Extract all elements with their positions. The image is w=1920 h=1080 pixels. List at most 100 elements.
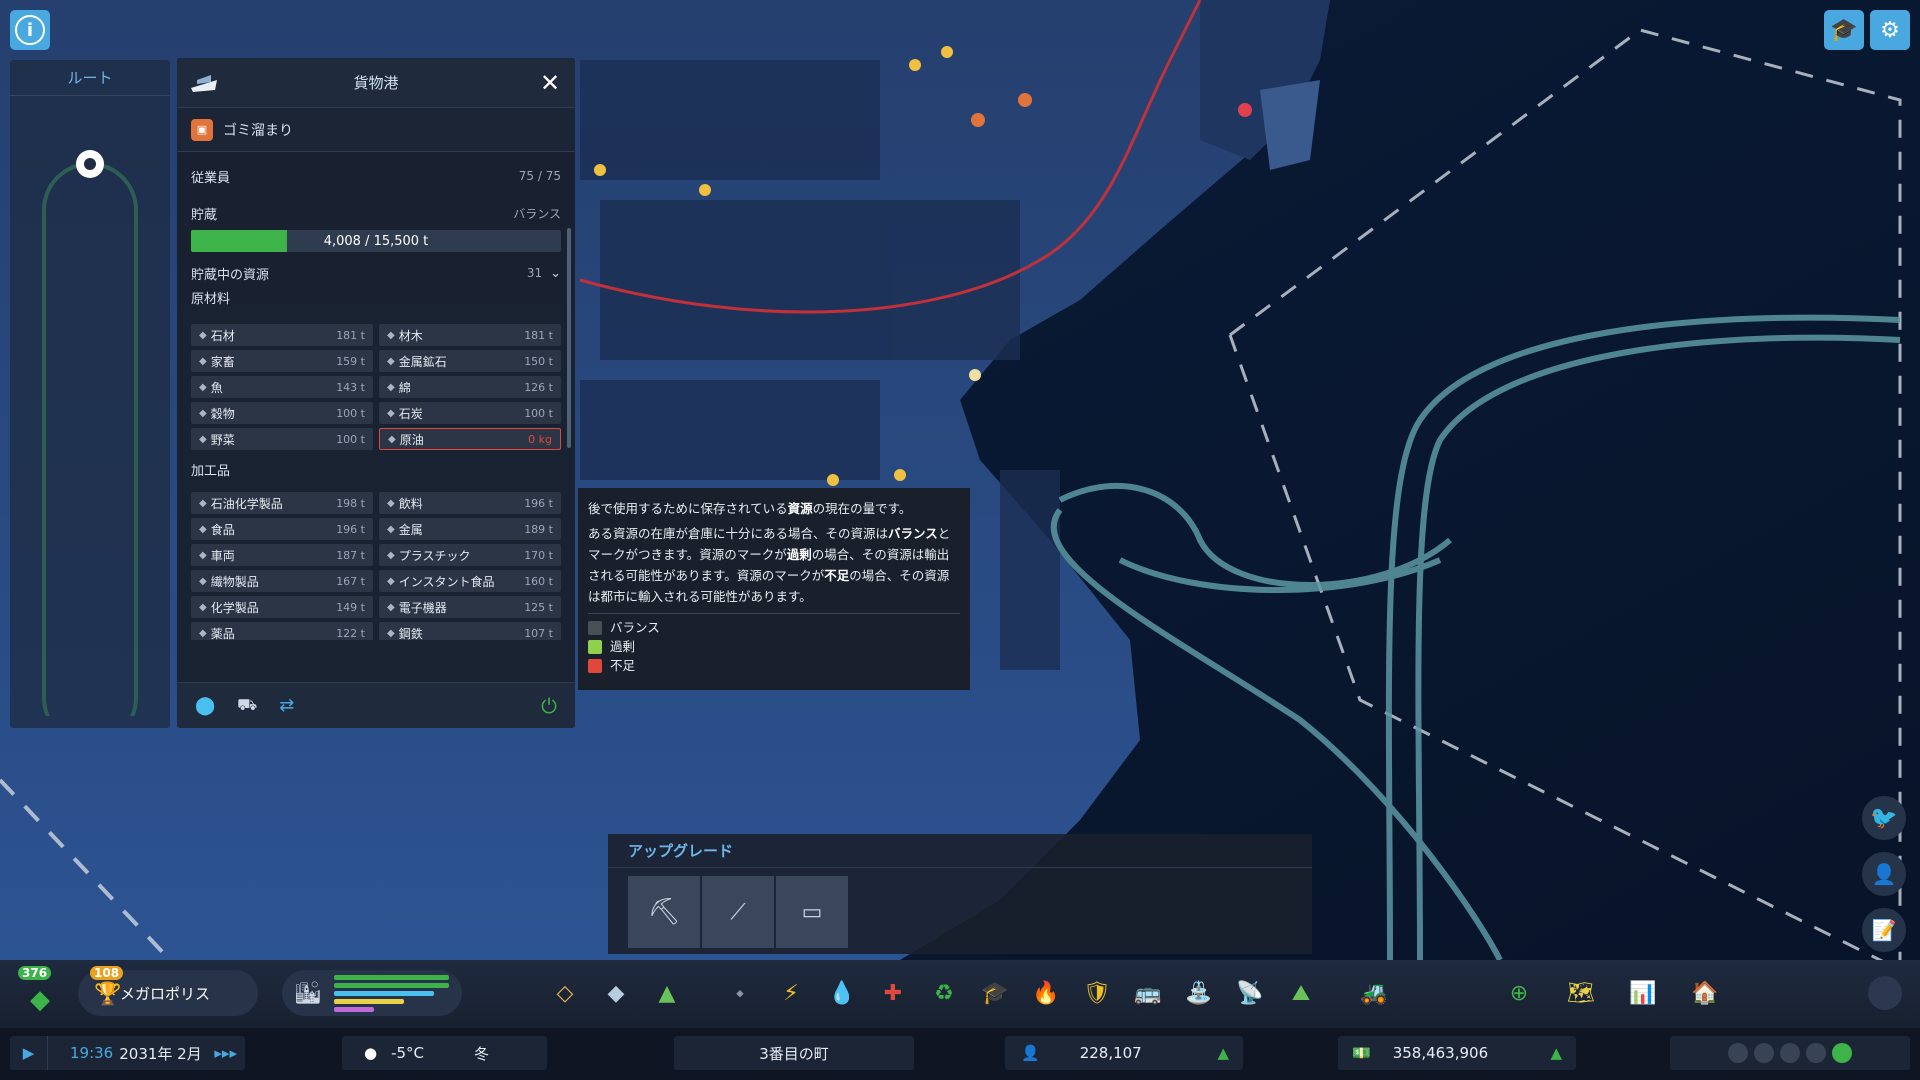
resource-name: 魚 — [210, 380, 223, 395]
zoning-tool[interactable]: ◇ — [546, 974, 584, 1012]
money-box[interactable]: 💵 358,463,906 ▲ — [1338, 1036, 1576, 1070]
speed-button[interactable]: ▸▸▸ — [214, 1044, 237, 1062]
map-button[interactable]: 🗺 — [1562, 974, 1600, 1012]
road-tool[interactable]: ⬩ — [721, 974, 759, 1012]
trophy-icon: 🏆 — [94, 982, 122, 1007]
economy-button[interactable]: ⊕ — [1500, 974, 1538, 1012]
storage-status[interactable]: バランス — [513, 205, 561, 222]
resource-icon: ◆ — [199, 575, 207, 587]
raw-material-item[interactable]: ◆ 石材 181 t — [191, 324, 373, 346]
processed-good-item[interactable]: ◆ 電子機器 125 t — [379, 596, 561, 618]
processed-goods-grid: ◆ 石油化学製品 198 t ◆ 飲料 196 t ◆ 食品 196 t ◆ 金属 189 t ◆ 車両 1… — [177, 492, 575, 640]
close-button[interactable]: ✕ — [535, 68, 565, 98]
resource-amount: 149 t — [336, 600, 365, 614]
bottom-toolbar: 376 ◆ 108 🏆 メガロポリス 🏙 ◇ ◆ ▲ ⬩ ⚡ 💧 ✚ ♻ 🎓 🔥… — [0, 960, 1920, 1028]
citizen-button[interactable]: 👤 — [1862, 852, 1906, 896]
fire-tool[interactable]: 🔥 — [1027, 974, 1065, 1012]
parks-tool[interactable]: ⛲ — [1180, 974, 1218, 1012]
upgrade-warehouse[interactable]: ▭ — [776, 876, 848, 948]
play-button[interactable]: ▶ — [10, 1036, 48, 1070]
garbage-tool[interactable]: ♻ — [925, 974, 963, 1012]
upgrade-pier[interactable]: ⟋ — [702, 876, 774, 948]
photo-mode-button[interactable] — [1868, 976, 1902, 1010]
area-tool[interactable]: ◆ — [597, 974, 635, 1012]
resource-name: 穀物 — [210, 406, 235, 421]
resource-icon: ◆ — [387, 575, 395, 587]
raw-material-item[interactable]: ◆ 家畜 159 t — [191, 350, 373, 372]
population-box[interactable]: 👤 228,107 ▲ — [1005, 1036, 1243, 1070]
landmark-tool[interactable]: ⛰ — [1282, 974, 1320, 1012]
resource-name: 繊物製品 — [210, 574, 259, 589]
city-level-button[interactable]: 108 🏆 メガロポリス — [78, 966, 258, 1016]
resource-name: 綿 — [398, 380, 411, 395]
processed-good-item[interactable]: ◆ 化学製品 149 t — [191, 596, 373, 618]
resource-name: インスタント食品 — [398, 574, 495, 589]
transport-tool[interactable]: 🚌 — [1129, 974, 1167, 1012]
landscaping-tool[interactable]: ▲ — [648, 974, 686, 1012]
panel-scrollbar[interactable] — [567, 228, 571, 448]
panel-title: 貨物港 — [353, 74, 399, 92]
progression-button[interactable]: 376 ◆ — [12, 966, 68, 1022]
resource-amount: 170 t — [524, 548, 553, 562]
bulldozer-tool[interactable]: 🚜 — [1355, 974, 1393, 1012]
resource-name: 車両 — [210, 548, 235, 563]
happiness-box[interactable] — [1670, 1036, 1910, 1070]
raw-material-item[interactable]: ◆ 野菜 100 t — [191, 428, 373, 450]
time: 19:36 — [70, 1044, 114, 1062]
police-tool[interactable]: 🛡 — [1078, 974, 1116, 1012]
processed-good-item[interactable]: ◆ プラスチック 170 t — [379, 544, 561, 566]
processed-good-item[interactable]: ◆ 鋼鉄 107 t — [379, 622, 561, 640]
tutorial-button[interactable]: 🎓 — [1824, 10, 1864, 50]
route-arrows-icon[interactable]: ⇄ — [279, 695, 294, 716]
raw-material-item[interactable]: ◆ 材木 181 t — [379, 324, 561, 346]
stored-resources-row[interactable]: 貯蔵中の資源 31 ⌄ — [177, 256, 575, 290]
district-box[interactable]: 3番目の町 — [674, 1036, 914, 1070]
health-tool[interactable]: ✚ — [874, 974, 912, 1012]
raw-material-item[interactable]: ◆ 綿 126 t — [379, 376, 561, 398]
power-button-icon[interactable]: ⏻ — [541, 694, 557, 718]
processed-good-item[interactable]: ◆ 車両 187 t — [191, 544, 373, 566]
legend-balance: バランス — [588, 618, 960, 637]
raw-material-item[interactable]: ◆ 穀物 100 t — [191, 402, 373, 424]
temperature: -5°C — [391, 1044, 425, 1062]
raw-material-item[interactable]: ◆ 原油 0 kg — [379, 428, 561, 450]
upgrade-crane[interactable]: ⛏ — [628, 876, 700, 948]
route-panel: ルート — [10, 60, 170, 746]
employees-label: 従業員 — [191, 170, 231, 186]
district-row[interactable]: ▣ ゴミ溜まり — [177, 108, 575, 152]
processed-good-item[interactable]: ◆ インスタント食品 160 t — [379, 570, 561, 592]
storage-bar: 4,008 / 15,500 t — [191, 230, 561, 252]
info-button[interactable]: i — [10, 10, 50, 50]
water-drop-icon: 💧 — [828, 980, 856, 1006]
resource-amount: 126 t — [524, 380, 553, 394]
city-level: 108 — [90, 966, 124, 980]
settings-button[interactable]: ⚙ — [1870, 10, 1910, 50]
statistics-button[interactable]: 📊 — [1624, 974, 1662, 1012]
shortage-swatch — [588, 658, 602, 673]
processed-good-item[interactable]: ◆ 薬品 122 t — [191, 622, 373, 640]
resource-amount: 100 t — [336, 406, 365, 420]
journal-button[interactable]: 📝 — [1862, 908, 1906, 952]
close-icon: ✕ — [539, 69, 561, 97]
cargo-truck-icon[interactable]: ⛟ — [237, 695, 257, 716]
electricity-tool[interactable]: ⚡ — [772, 974, 810, 1012]
policies-button[interactable]: 🏠 — [1686, 974, 1724, 1012]
city-info-button[interactable]: 🏙 — [282, 970, 462, 1016]
water-tool[interactable]: 💧 — [823, 974, 861, 1012]
processed-good-item[interactable]: ◆ 繊物製品 167 t — [191, 570, 373, 592]
chirper-button[interactable]: 🐦 — [1862, 796, 1906, 840]
location-pin-icon[interactable]: ⬤ — [195, 695, 215, 716]
processed-good-item[interactable]: ◆ 食品 196 t — [191, 518, 373, 540]
raw-material-item[interactable]: ◆ 魚 143 t — [191, 376, 373, 398]
processed-good-item[interactable]: ◆ 飲料 196 t — [379, 492, 561, 514]
raw-material-item[interactable]: ◆ 石炭 100 t — [379, 402, 561, 424]
processed-good-item[interactable]: ◆ 石油化学製品 198 t — [191, 492, 373, 514]
employees-value: 75 / 75 — [518, 169, 561, 183]
processed-good-item[interactable]: ◆ 金属 189 t — [379, 518, 561, 540]
resource-icon: ◆ — [387, 523, 395, 535]
mood-very-sad-icon — [1728, 1043, 1748, 1063]
raw-material-item[interactable]: ◆ 金属鉱石 150 t — [379, 350, 561, 372]
education-tool[interactable]: 🎓 — [976, 974, 1014, 1012]
communication-tool[interactable]: 📡 — [1231, 974, 1269, 1012]
resource-icon: ◆ — [199, 433, 207, 445]
